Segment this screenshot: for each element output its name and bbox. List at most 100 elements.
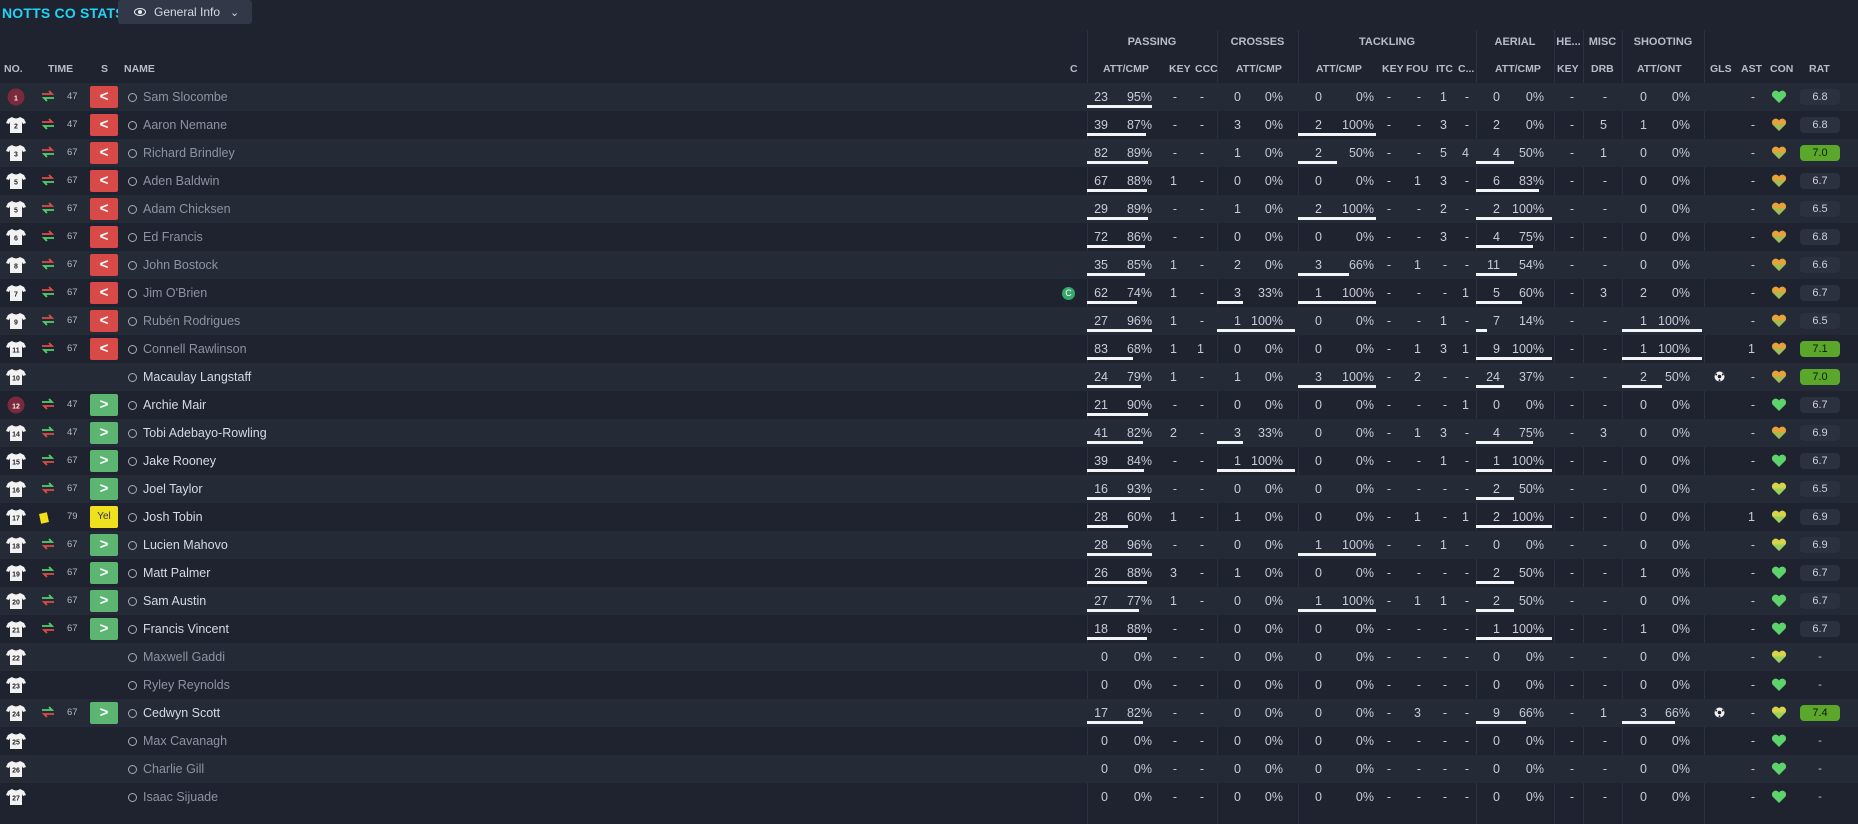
- group-header-aerial[interactable]: AERIAL: [1476, 30, 1554, 56]
- substituted-on-button[interactable]: >: [90, 422, 118, 444]
- group-header-tackling[interactable]: TACKLING: [1298, 30, 1476, 56]
- player-name[interactable]: Josh Tobin: [143, 503, 203, 531]
- table-row[interactable]: 19 67 > Matt Palmer 26 88% 3-1 0% 0 0% - - - -2 50% - -1…: [0, 559, 1858, 587]
- group-header-shooting[interactable]: SHOOTING: [1622, 30, 1704, 56]
- player-name[interactable]: Cedwyn Scott: [143, 699, 220, 727]
- substituted-on-button[interactable]: >: [90, 590, 118, 612]
- substituted-off-button[interactable]: <: [90, 170, 118, 192]
- player-name[interactable]: Matt Palmer: [143, 559, 210, 587]
- player-name[interactable]: Connell Rawlinson: [143, 335, 247, 363]
- col-header-rat[interactable]: RAT: [1809, 63, 1830, 75]
- player-name[interactable]: Isaac Sijuade: [143, 783, 218, 811]
- player-name[interactable]: Sam Austin: [143, 587, 206, 615]
- table-row[interactable]: 16 67 > Joel Taylor 16 93% - -0 0% 0 0% - - - -2 50% - -0…: [0, 475, 1858, 503]
- table-row[interactable]: 25 Max Cavanagh 0 0% - -0 0% 0 0% - - - -0 0% - -0 0% - -: [0, 727, 1858, 755]
- table-row[interactable]: 24 67 > Cedwyn Scott 17 82% - -0 0% 0 0% -3- -9 66% -1…: [0, 699, 1858, 727]
- player-name[interactable]: Macaulay Langstaff: [143, 363, 251, 391]
- col-header-att-ont[interactable]: ATT/ONT: [1637, 63, 1682, 75]
- col-header-s[interactable]: S: [101, 63, 108, 75]
- substituted-off-button[interactable]: <: [90, 338, 118, 360]
- player-name[interactable]: Max Cavanagh: [143, 727, 227, 755]
- table-row[interactable]: 27 Isaac Sijuade 0 0% - -0 0% 0 0% - - - -0 0% - -0 0% - -: [0, 783, 1858, 811]
- substituted-on-button[interactable]: >: [90, 702, 118, 724]
- substituted-off-button[interactable]: <: [90, 114, 118, 136]
- substituted-on-button[interactable]: >: [90, 618, 118, 640]
- col-header-fou[interactable]: FOU: [1406, 63, 1428, 75]
- substituted-on-button[interactable]: >: [90, 478, 118, 500]
- player-name[interactable]: John Bostock: [143, 251, 218, 279]
- substituted-off-button[interactable]: <: [90, 226, 118, 248]
- player-name[interactable]: Jake Rooney: [143, 447, 216, 475]
- table-row[interactable]: 8 67 < John Bostock 35 85% 1-2 0% 3 66% -1- -11 54% -…: [0, 251, 1858, 279]
- col-header-pass-att-cmp[interactable]: ATT/CMP: [1103, 63, 1149, 75]
- table-row[interactable]: 11 67 < Connell Rawlinson 83 68% 1 1 0 0% 0 0% -1 3 1 9…: [0, 335, 1858, 363]
- col-header-drb[interactable]: DRB: [1591, 63, 1614, 75]
- player-name[interactable]: Aaron Nemane: [143, 111, 227, 139]
- col-header-ccc[interactable]: CCC: [1195, 63, 1218, 75]
- col-header-name[interactable]: NAME: [124, 63, 155, 75]
- player-name[interactable]: Ryley Reynolds: [143, 671, 230, 699]
- substituted-on-button[interactable]: >: [90, 450, 118, 472]
- col-header-tackle-att-cmp[interactable]: ATT/CMP: [1316, 63, 1362, 75]
- substituted-on-button[interactable]: >: [90, 562, 118, 584]
- col-header-captain[interactable]: C: [1070, 63, 1078, 75]
- table-row[interactable]: 9 67 < Rubén Rodrigues 27 96% 1-1 100% 0 0% - -1-7 1…: [0, 307, 1858, 335]
- table-row[interactable]: 21 67 > Francis Vincent 18 88% - -0 0% 0 0% - - - -1 10…: [0, 615, 1858, 643]
- col-header-con[interactable]: CON: [1770, 63, 1793, 75]
- table-row[interactable]: 20 67 > Sam Austin 27 77% 1-0 0% 1 100% -1 1-2 50% - -…: [0, 587, 1858, 615]
- group-header-crosses[interactable]: CROSSES: [1217, 30, 1298, 56]
- substituted-off-button[interactable]: <: [90, 142, 118, 164]
- player-name[interactable]: Lucien Mahovo: [143, 531, 228, 559]
- substituted-off-button[interactable]: <: [90, 86, 118, 108]
- table-row[interactable]: 7 67 < Jim O'Brien C 62 74% 1-3 33% 1 100% - - -1 5 60%…: [0, 279, 1858, 307]
- table-row[interactable]: 10 Macaulay Langstaff 24 79% 1-1 0% 3 100% -2- -2…: [0, 363, 1858, 391]
- group-header-heading[interactable]: HE...: [1554, 30, 1583, 56]
- col-header-gls[interactable]: GLS: [1710, 63, 1732, 75]
- table-row[interactable]: 5 67 < Adam Chicksen 29 89% - -1 0% 2 100% - -2-2 100…: [0, 195, 1858, 223]
- player-name[interactable]: Ed Francis: [143, 223, 203, 251]
- group-header-misc[interactable]: MISC: [1583, 30, 1622, 56]
- player-name[interactable]: Rubén Rodrigues: [143, 307, 240, 335]
- player-name[interactable]: Adam Chicksen: [143, 195, 231, 223]
- table-row[interactable]: 15 67 > Jake Rooney 39 84% - -1 100% 0 0% - -1-1 100%…: [0, 447, 1858, 475]
- table-row[interactable]: 1 47 < Sam Slocombe 23 95% - -0 0% 0 0% - -1-0 0% - -0 0…: [0, 83, 1858, 111]
- col-header-no[interactable]: NO.: [4, 63, 23, 75]
- player-name[interactable]: Joel Taylor: [143, 475, 203, 503]
- col-header-key[interactable]: KEY: [1169, 63, 1191, 75]
- table-row[interactable]: 23 Ryley Reynolds 0 0% - -0 0% 0 0% - - - -0 0% - -0 0% -…: [0, 671, 1858, 699]
- player-name[interactable]: Aden Baldwin: [143, 167, 219, 195]
- col-header-heading-key[interactable]: KEY: [1557, 63, 1579, 75]
- player-name[interactable]: Charlie Gill: [143, 755, 204, 783]
- col-header-itc[interactable]: ITC: [1436, 63, 1453, 75]
- player-name[interactable]: Sam Slocombe: [143, 83, 228, 111]
- player-name[interactable]: Maxwell Gaddi: [143, 643, 225, 671]
- table-row[interactable]: 3 67 < Richard Brindley 82 89% - -1 0% 2 50% - -5 4 4 5…: [0, 139, 1858, 167]
- col-header-ast[interactable]: AST: [1741, 63, 1762, 75]
- table-row[interactable]: 5 67 < Aden Baldwin 67 88% 1-0 0% 0 0% -1 3-6 83% - -0…: [0, 167, 1858, 195]
- col-header-tackle-key[interactable]: KEY: [1382, 63, 1404, 75]
- group-header-passing[interactable]: PASSING: [1087, 30, 1217, 56]
- table-row[interactable]: 17 79 Yel Josh Tobin 28 60% 1-1 0% 0 0% -1-1 2 100% -…: [0, 503, 1858, 531]
- player-name[interactable]: Richard Brindley: [143, 139, 235, 167]
- player-name[interactable]: Francis Vincent: [143, 615, 229, 643]
- view-selector-dropdown[interactable]: General Info ⌄: [118, 0, 252, 24]
- substituted-on-button[interactable]: >: [90, 534, 118, 556]
- substituted-off-button[interactable]: <: [90, 310, 118, 332]
- col-header-c-more[interactable]: C...: [1458, 63, 1474, 75]
- col-header-cross-att-cmp[interactable]: ATT/CMP: [1236, 63, 1282, 75]
- col-header-time[interactable]: TIME: [48, 63, 73, 75]
- player-name[interactable]: Jim O'Brien: [143, 279, 207, 307]
- table-row[interactable]: 14 47 > Tobi Adebayo-Rowling 41 82% 2-3 33% 0 0% -…: [0, 419, 1858, 447]
- substituted-off-button[interactable]: <: [90, 198, 118, 220]
- substituted-on-button[interactable]: >: [90, 394, 118, 416]
- substituted-off-button[interactable]: <: [90, 254, 118, 276]
- player-name[interactable]: Archie Mair: [143, 391, 206, 419]
- table-row[interactable]: 2 47 < Aaron Nemane 39 87% - -3 0% 2 100% - -3-2 0% -5…: [0, 111, 1858, 139]
- table-row[interactable]: 22 Maxwell Gaddi 0 0% - -0 0% 0 0% - - - -0 0% - -0 0% - -: [0, 643, 1858, 671]
- table-row[interactable]: 12 47 > Archie Mair 21 90% - -0 0% 0 0% - - -1 0 0% - -0 0…: [0, 391, 1858, 419]
- table-row[interactable]: 6 67 < Ed Francis 72 86% - -0 0% 0 0% - -3-4 75% - -0 0%…: [0, 223, 1858, 251]
- yellow-card-button[interactable]: Yel: [90, 506, 118, 528]
- table-row[interactable]: 18 67 > Lucien Mahovo 28 96% - -0 0% 1 100% - -1-0 0%…: [0, 531, 1858, 559]
- table-row[interactable]: 26 Charlie Gill 0 0% - -0 0% 0 0% - - - -0 0% - -0 0% - -: [0, 755, 1858, 783]
- substituted-off-button[interactable]: <: [90, 282, 118, 304]
